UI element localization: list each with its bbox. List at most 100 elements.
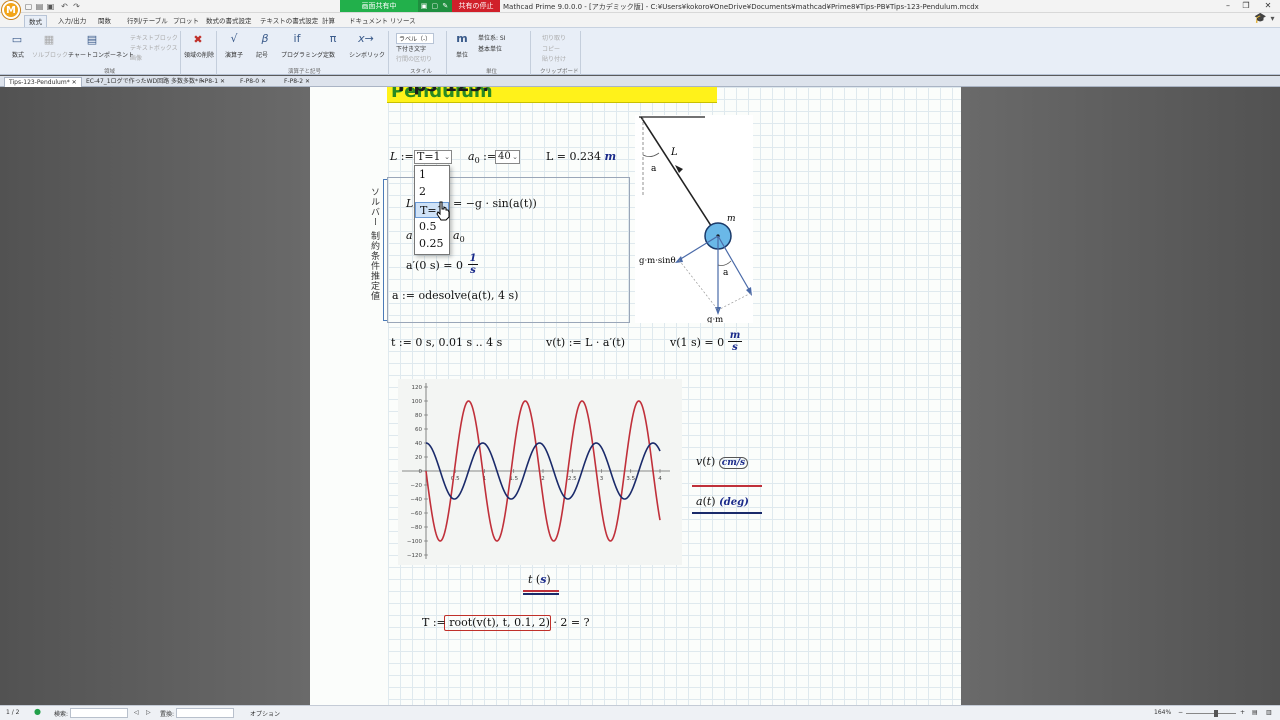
stop-sharing-button[interactable]: 共有の停止 bbox=[452, 0, 500, 12]
L-definition-label[interactable]: L := bbox=[390, 150, 414, 163]
cut-button[interactable]: 切り取り bbox=[542, 33, 566, 42]
tab-math[interactable]: 数式 bbox=[24, 15, 47, 27]
odesolve-expression[interactable]: a := odesolve(a(t), 4 s) bbox=[392, 289, 518, 302]
x-axis-label[interactable]: t (s) bbox=[528, 573, 551, 586]
root-expression[interactable]: T := root(v(t), t, 0.1, 2) · 2 = ? bbox=[422, 616, 589, 629]
redo-icon[interactable]: ↷ bbox=[72, 2, 81, 11]
angle-arc-bottom bbox=[717, 260, 732, 266]
undo-icon[interactable]: ↶ bbox=[60, 2, 69, 11]
doc-tab-f-p8-2[interactable]: F-P8-2 ✕ bbox=[280, 77, 314, 87]
new-document-icon[interactable]: ▢ bbox=[24, 2, 33, 11]
v-evaluation[interactable]: v(1 s) = 0 bbox=[670, 336, 724, 349]
pi-constant-icon: π bbox=[329, 32, 337, 45]
doc-tab-f-p8-0[interactable]: F-P8-0 ✕ bbox=[236, 77, 270, 87]
tab-resources[interactable]: リソース bbox=[386, 15, 420, 27]
doc-tab-tips-123[interactable]: Tips-123-Pendulum* ✕ bbox=[4, 77, 82, 87]
tab-math-formatting[interactable]: 数式の書式設定 bbox=[202, 15, 256, 27]
ode-lhs-fragment[interactable]: L bbox=[406, 197, 413, 210]
xy-plot[interactable]: 120 100 80 60 40 20 0 −20 −40 −60 −80 −100 −120 0.5 1 1… bbox=[398, 379, 682, 565]
close-tab-icon[interactable]: ✕ bbox=[261, 78, 266, 85]
image-button[interactable]: 画像 bbox=[130, 53, 142, 62]
close-icon[interactable]: ✕ bbox=[1262, 1, 1274, 11]
L-dropdown[interactable]: T=1 ⌄ bbox=[414, 150, 452, 164]
t-range-definition[interactable]: t := 0 s, 0.01 s .. 4 s bbox=[391, 336, 502, 349]
dropdown-option[interactable]: 1 bbox=[415, 167, 449, 183]
label-selector[interactable]: ラベル（-） bbox=[396, 33, 435, 44]
subscript-button[interactable]: 下付き文字 bbox=[396, 44, 426, 53]
draft-view-icon[interactable]: ▥ bbox=[1266, 709, 1272, 716]
worksheet-title[interactable]: Tips-123: Pendulum bbox=[387, 87, 717, 103]
canvas-gutter-left bbox=[0, 87, 310, 705]
legend-v[interactable]: v(t) cm/s bbox=[696, 455, 749, 469]
init-condition-a0[interactable]: a0 bbox=[453, 229, 465, 244]
pendulum-rod bbox=[640, 116, 718, 236]
operators-button[interactable]: 演算子 bbox=[225, 50, 243, 59]
init-condition-a[interactable]: a bbox=[406, 229, 413, 242]
tab-text-formatting[interactable]: テキストの書式設定 bbox=[256, 15, 322, 27]
tab-calculation[interactable]: 計算 bbox=[318, 15, 339, 27]
chart-component-button[interactable]: チャートコンポーネント bbox=[68, 50, 134, 59]
solve-block-button[interactable]: ソルブロック bbox=[32, 50, 68, 59]
ribbon-separator bbox=[446, 31, 447, 75]
share-tools[interactable]: ▣ ▢ ✎ bbox=[418, 0, 452, 12]
close-tab-icon[interactable]: ✕ bbox=[305, 78, 310, 85]
page-view-icon[interactable]: ▤ bbox=[1252, 709, 1258, 716]
replace-input[interactable] bbox=[176, 708, 234, 718]
copy-button[interactable]: コピー bbox=[542, 44, 560, 53]
tab-plots[interactable]: プロット bbox=[169, 15, 203, 27]
y-tick-label: −80 bbox=[410, 525, 422, 531]
v-definition[interactable]: v(t) := L · a′(t) bbox=[546, 336, 625, 349]
unit-system-selector[interactable]: 単位系: SI bbox=[478, 33, 506, 42]
restore-icon[interactable]: ❐ bbox=[1240, 1, 1252, 11]
tab-functions[interactable]: 関数 bbox=[94, 15, 115, 27]
dropdown-option[interactable]: 2 bbox=[415, 184, 449, 200]
mathcad-logo-icon[interactable]: M bbox=[2, 1, 20, 19]
math-button[interactable]: 数式 bbox=[12, 50, 24, 59]
delete-region-button[interactable]: 領域の削除 bbox=[184, 50, 214, 59]
L-evaluation[interactable]: L = 0.234 m bbox=[546, 150, 616, 163]
tab-document[interactable]: ドキュメント bbox=[345, 15, 392, 27]
minimize-icon[interactable]: – bbox=[1222, 1, 1234, 11]
search-input[interactable] bbox=[70, 708, 128, 718]
symbolics-button[interactable]: シンボリック bbox=[349, 50, 385, 59]
close-tab-icon[interactable]: ✕ bbox=[220, 78, 225, 85]
constants-button[interactable]: 定数 bbox=[323, 50, 335, 59]
paste-button[interactable]: 貼り付け bbox=[542, 54, 566, 63]
text-block-button[interactable]: テキストブロック bbox=[130, 33, 178, 42]
doc-tab-ec-47[interactable]: EC-47_1ログで作ったWD回路 多数多数* ✕ bbox=[82, 77, 209, 87]
a0-definition-label[interactable]: a0 := bbox=[468, 150, 496, 165]
group-regions-label: 領域 bbox=[104, 69, 116, 75]
line-separator-button[interactable]: 行間の区切り bbox=[396, 54, 432, 63]
text-box-button[interactable]: テキストボックス bbox=[130, 43, 178, 52]
ode-equation[interactable]: = −g · sin(a(t)) bbox=[453, 197, 537, 210]
dropdown-option[interactable]: 0.25 bbox=[415, 236, 449, 252]
close-tab-icon[interactable]: ✕ bbox=[72, 79, 77, 86]
ribbon-options-icon[interactable]: ▾ bbox=[1268, 14, 1277, 23]
zoom-out-icon[interactable]: − bbox=[1178, 709, 1183, 716]
init-condition-velocity[interactable]: a′(0 s) = 0 bbox=[406, 259, 463, 272]
graduation-cap-icon[interactable]: 🎓 bbox=[1254, 14, 1266, 24]
search-next-icon[interactable]: ▷ bbox=[146, 709, 151, 716]
doc-tab-f-p8-1[interactable]: F-P8-1 ✕ bbox=[195, 77, 229, 87]
worksheet-page[interactable]: Tips-123: Pendulum L := T=1 ⌄ a0 := 40 ⌄… bbox=[310, 87, 961, 705]
chevron-down-icon: ⌄ bbox=[444, 153, 450, 161]
save-icon[interactable]: ▣ bbox=[46, 2, 55, 11]
programming-button[interactable]: プログラミング bbox=[281, 50, 323, 59]
open-folder-icon[interactable]: ▤ bbox=[35, 2, 44, 11]
tab-input-output[interactable]: 入力/出力 bbox=[54, 15, 90, 27]
zoom-in-icon[interactable]: + bbox=[1240, 709, 1245, 716]
ribbon-separator bbox=[180, 31, 181, 75]
zoom-slider[interactable] bbox=[1186, 713, 1236, 714]
a0-dropdown[interactable]: 40 ⌄ bbox=[495, 150, 520, 164]
dropdown-option[interactable]: 0.5 bbox=[415, 219, 449, 235]
zoom-slider-thumb[interactable] bbox=[1214, 710, 1218, 717]
y-tick-label: 120 bbox=[412, 385, 423, 391]
base-unit-button[interactable]: 基本単位 bbox=[478, 44, 502, 53]
tab-matrices-tables[interactable]: 行列/テーブル bbox=[123, 15, 172, 27]
symbols-button[interactable]: 記号 bbox=[256, 50, 268, 59]
search-prev-icon[interactable]: ◁ bbox=[134, 709, 139, 716]
legend-a[interactable]: a(t) (deg) bbox=[696, 495, 749, 508]
unit-button[interactable]: 単位 bbox=[456, 50, 468, 59]
chart-component-icon: ▤ bbox=[86, 33, 98, 46]
options-button[interactable]: オプション bbox=[250, 709, 280, 718]
